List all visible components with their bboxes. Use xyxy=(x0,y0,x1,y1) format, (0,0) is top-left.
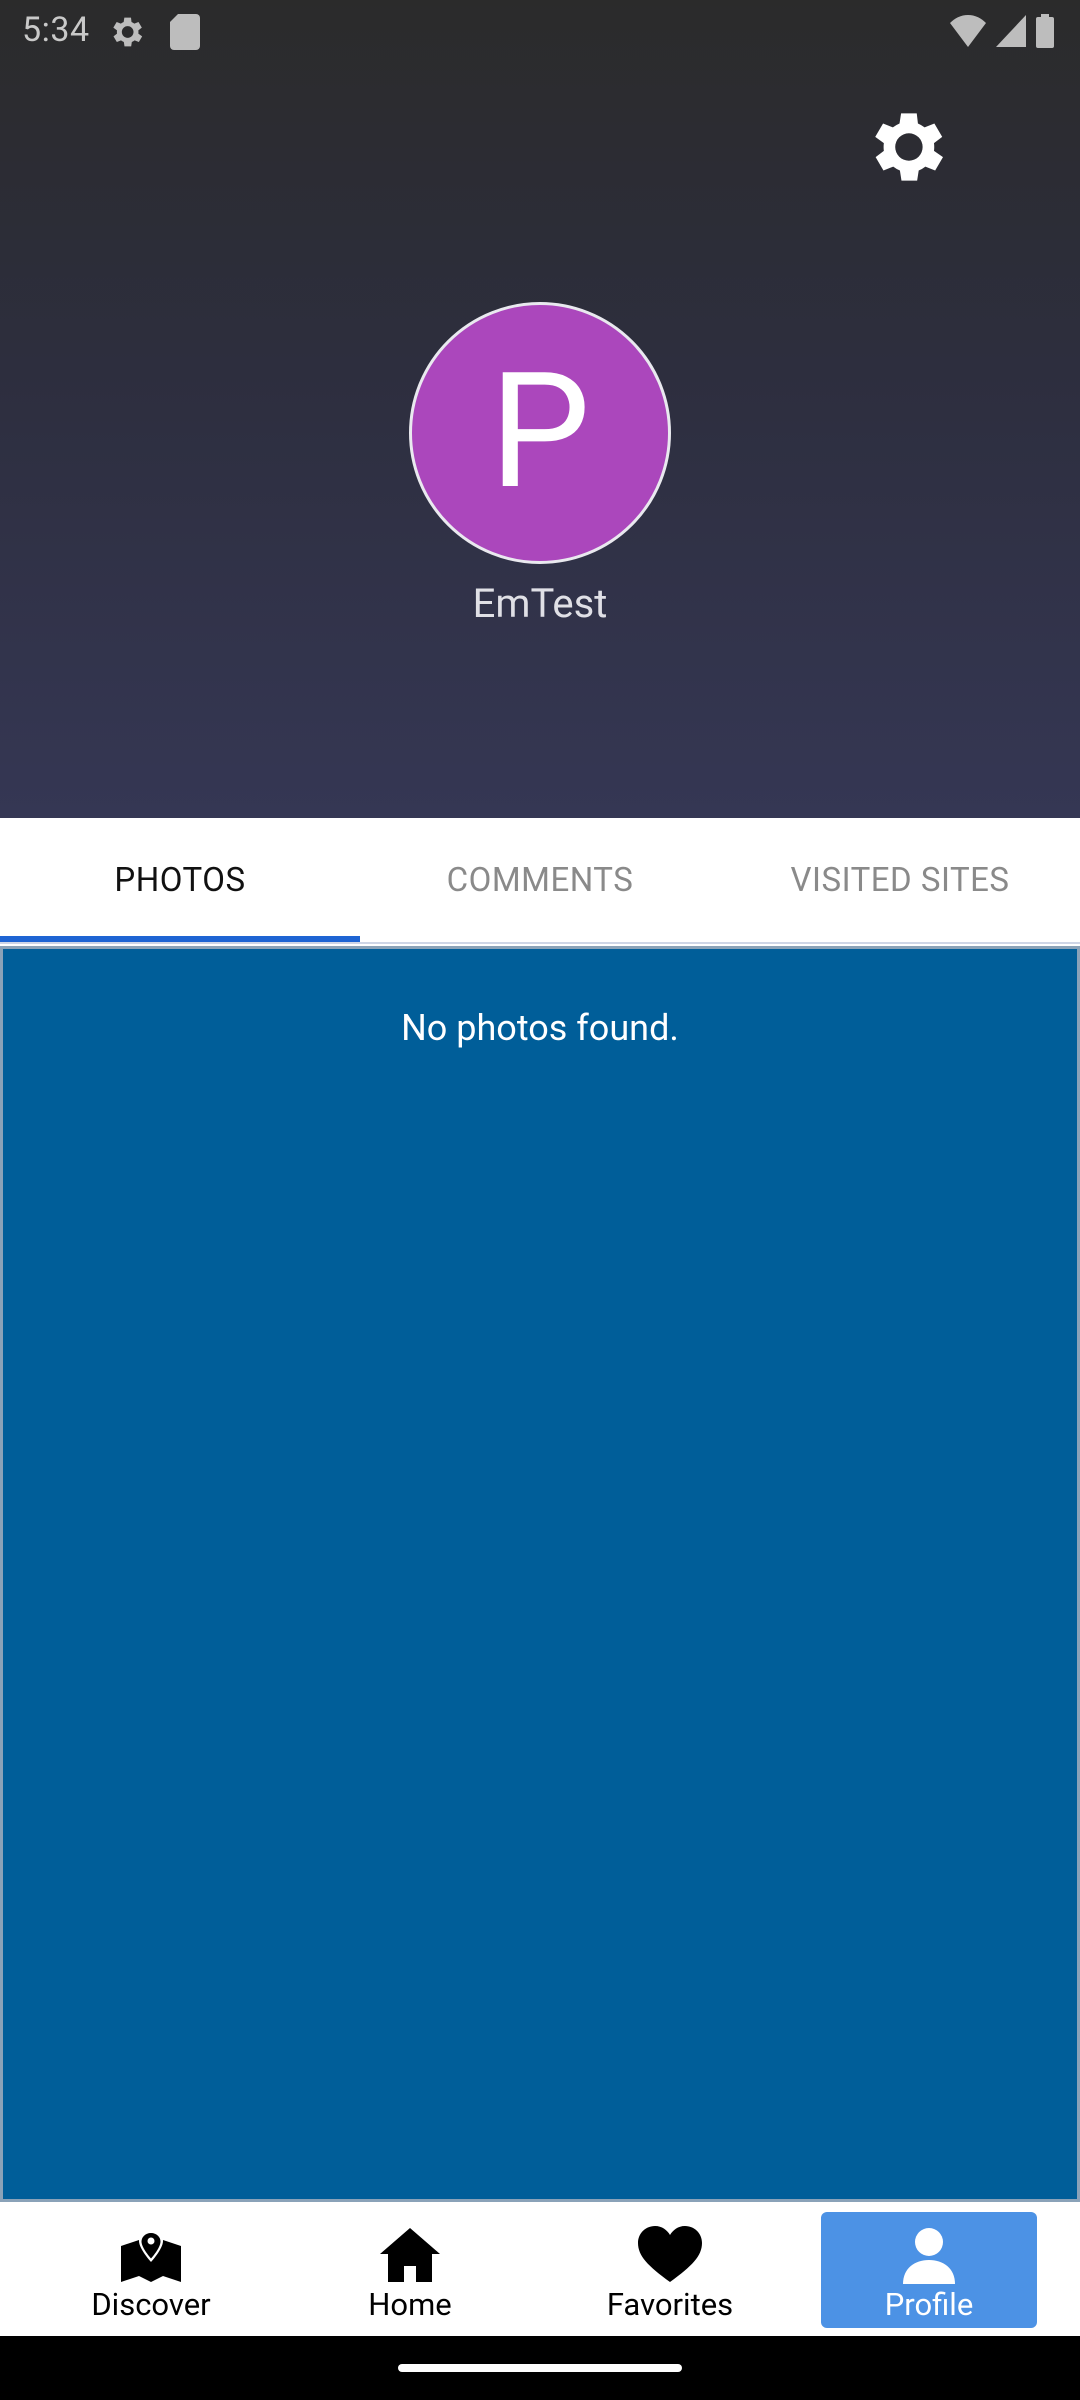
system-navigation-bar xyxy=(0,2336,1080,2400)
nav-home[interactable]: Home xyxy=(302,2212,518,2328)
username: EmTest xyxy=(472,580,608,627)
nav-label: Home xyxy=(368,2286,452,2323)
nav-label: Profile xyxy=(884,2286,974,2323)
empty-state-message: No photos found. xyxy=(401,1007,679,1049)
gear-icon xyxy=(858,100,952,198)
avatar-initial: P xyxy=(489,339,591,526)
tab-indicator xyxy=(0,936,360,942)
sd-card-icon xyxy=(170,14,200,50)
bottom-navigation: Discover Home Favorites Profile xyxy=(0,2202,1080,2336)
tab-comments[interactable]: COMMENTS xyxy=(360,818,720,942)
tab-label: PHOTOS xyxy=(114,860,246,900)
avatar[interactable]: P xyxy=(409,302,671,564)
tab-label: COMMENTS xyxy=(446,860,634,900)
settings-gear-icon xyxy=(106,12,146,52)
map-pin-icon xyxy=(119,2226,183,2284)
nav-label: Discover xyxy=(91,2286,211,2323)
status-bar: 5:34 xyxy=(0,0,1080,64)
heart-icon xyxy=(638,2226,702,2284)
settings-button[interactable] xyxy=(858,102,952,196)
nav-label: Favorites xyxy=(606,2286,734,2323)
profile-tabs: PHOTOS COMMENTS VISITED SITES xyxy=(0,818,1080,944)
profile-header: 5:34 P EmTest xyxy=(0,0,1080,818)
tab-visited-sites[interactable]: VISITED SITES xyxy=(720,818,1080,942)
nav-favorites[interactable]: Favorites xyxy=(562,2212,778,2328)
nav-profile[interactable]: Profile xyxy=(821,2212,1037,2328)
photos-panel: No photos found. xyxy=(0,946,1080,2202)
tab-photos[interactable]: PHOTOS xyxy=(0,818,360,942)
nav-discover[interactable]: Discover xyxy=(43,2212,259,2328)
battery-icon xyxy=(1036,14,1054,52)
person-icon xyxy=(897,2226,961,2284)
status-time: 5:34 xyxy=(22,10,90,50)
wifi-icon xyxy=(950,15,986,51)
cellular-signal-icon xyxy=(996,15,1026,51)
home-icon xyxy=(378,2226,442,2284)
gesture-handle[interactable] xyxy=(398,2364,682,2372)
tab-label: VISITED SITES xyxy=(790,860,1010,900)
